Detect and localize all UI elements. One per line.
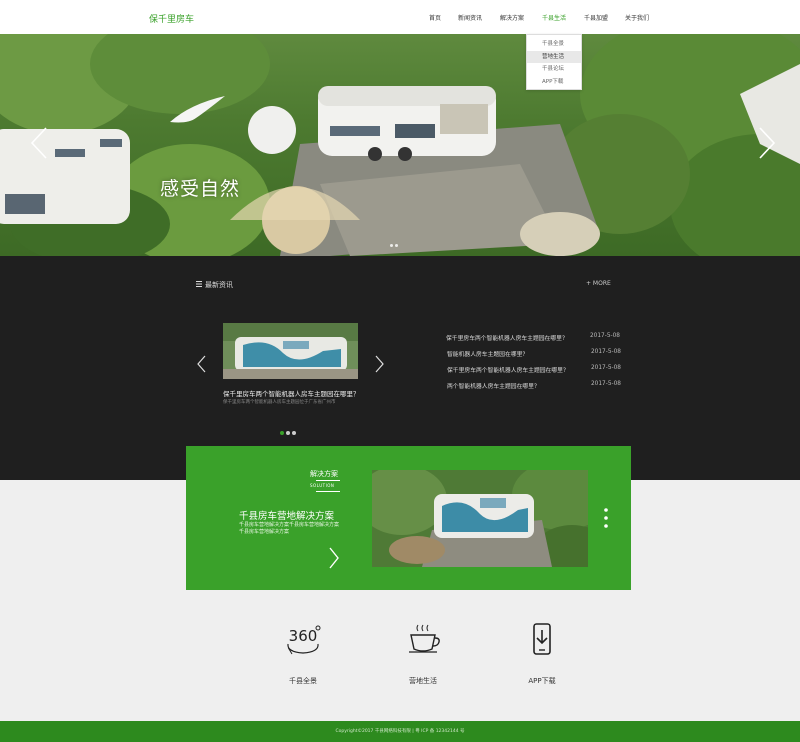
header: 保千里房车 首页 新闻资讯 解决方案 千县生活 千县加盟 关于我们	[0, 0, 800, 34]
news-item-title[interactable]: 两个智能机器人房车主题园在哪里？	[447, 381, 540, 390]
feature-app-download[interactable]: APP下载	[512, 622, 572, 686]
solution-description: 千县房车营地解决方案千县房车营地解决方案千县房车营地解决方案	[239, 522, 340, 535]
news-list: 保千里房车两个智能机器人房车主题园在哪里？ 2017-5-08 智能机器人房车主…	[446, 333, 626, 397]
solution-next-arrow[interactable]	[328, 547, 340, 569]
solution-image[interactable]	[372, 470, 588, 567]
news-prev-arrow[interactable]	[197, 355, 207, 373]
news-item-title[interactable]: 智能机器人房车主题园在哪里？	[447, 349, 528, 358]
footer-copyright: Copyright©2017 千县网络科技有限 | 粤 ICP 备 123421…	[335, 729, 465, 734]
news-next-arrow[interactable]	[374, 355, 384, 373]
coffee-cup-icon	[409, 624, 440, 653]
solution-divider	[316, 491, 340, 492]
dropdown-item-app-download[interactable]: APP下载	[527, 76, 581, 89]
menu-icon	[196, 281, 202, 287]
hero-banner: 感受自然	[0, 34, 800, 256]
news-item-date: 2017-5-08	[590, 349, 621, 355]
feature-camp-life[interactable]: 营地生活	[393, 622, 453, 686]
news-item-date: 2017-5-08	[589, 333, 620, 339]
banner-title: 感受自然	[160, 178, 241, 200]
solution-divider	[316, 480, 340, 481]
nav-item-solutions[interactable]: 解决方案	[500, 13, 524, 22]
main-nav: 首页 新闻资讯 解决方案 千县生活 千县加盟 关于我们	[0, 13, 800, 25]
life-dropdown-menu: 千县全景 营地生活 千县论坛 APP下载	[526, 34, 582, 90]
nav-item-life[interactable]: 千县生活	[542, 13, 566, 22]
dropdown-item-forum[interactable]: 千县论坛	[527, 63, 581, 76]
rv-left	[0, 129, 130, 224]
feature-label: 千县全景	[289, 677, 317, 685]
news-list-item[interactable]: 智能机器人房车主题园在哪里？ 2017-5-08	[446, 349, 626, 365]
solution-label: 解决方案	[310, 470, 338, 478]
feature-label: APP下载	[528, 677, 556, 685]
svg-text:360: 360	[289, 627, 318, 645]
solution-label-en: SOLUTION	[310, 483, 335, 488]
dropdown-item-panorama[interactable]: 千县全景	[527, 38, 581, 51]
nav-item-news[interactable]: 新闻资讯	[458, 13, 482, 22]
news-list-item[interactable]: 保千里房车两个智能机器人房车主题园在哪里？ 2017-5-08	[446, 333, 626, 349]
nav-item-franchise[interactable]: 千县加盟	[584, 13, 608, 22]
feature-label: 营地生活	[409, 677, 437, 685]
news-more-link[interactable]: + MORE	[586, 280, 611, 287]
rv-main	[318, 86, 496, 161]
banner-image	[0, 34, 800, 256]
news-item-title[interactable]: 保千里房车两个智能机器人房车主题园在哪里？	[447, 365, 569, 374]
more-options-icon[interactable]	[604, 508, 608, 528]
feature-panorama[interactable]: 360 千县全景	[273, 622, 333, 686]
banner-dot[interactable]	[390, 244, 393, 247]
news-item-title[interactable]: 保千里房车两个智能机器人房车主题园在哪里？	[446, 333, 568, 342]
page: 保千里房车 首页 新闻资讯 解决方案 千县生活 千县加盟 关于我们 千县全景 营…	[0, 0, 800, 742]
news-item-date: 2017-5-08	[590, 365, 621, 371]
news-featured-caption[interactable]: 保千里房车两个智能机器人房车主题园在哪里？	[223, 388, 360, 398]
news-carousel-dot[interactable]	[286, 431, 290, 435]
news-item-date: 2017-5-08	[590, 381, 621, 387]
banner-pagination	[389, 232, 399, 251]
solution-section: 解决方案 SOLUTION 千县房车营地解决方案 千县房车营地解决方案千县房车营…	[186, 446, 631, 590]
nav-item-about[interactable]: 关于我们	[625, 13, 649, 22]
banner-dot[interactable]	[395, 244, 398, 247]
banner-prev-arrow[interactable]	[28, 126, 50, 160]
footer: Copyright©2017 千县网络科技有限 | 粤 ICP 备 123421…	[0, 721, 800, 742]
news-carousel-dot[interactable]	[280, 431, 284, 435]
news-section-title: 最新资讯	[205, 281, 233, 289]
nav-item-home[interactable]: 首页	[429, 13, 441, 22]
news-featured-subcaption: 保千里房车两个智能机器人房车主题园位于广东省广州市	[223, 400, 336, 405]
news-carousel-pagination	[280, 420, 298, 439]
phone-download-icon	[533, 623, 551, 655]
solution-title[interactable]: 千县房车营地解决方案	[239, 508, 334, 522]
news-carousel-dot[interactable]	[292, 431, 296, 435]
news-list-item[interactable]: 保千里房车两个智能机器人房车主题园在哪里？ 2017-5-08	[446, 365, 626, 381]
dropdown-item-camp-life[interactable]: 营地生活	[527, 50, 581, 63]
news-list-item[interactable]: 两个智能机器人房车主题园在哪里？ 2017-5-08	[446, 381, 626, 397]
news-featured-image[interactable]	[223, 323, 358, 379]
360-view-icon: 360	[287, 625, 321, 655]
banner-next-arrow[interactable]	[756, 126, 778, 160]
